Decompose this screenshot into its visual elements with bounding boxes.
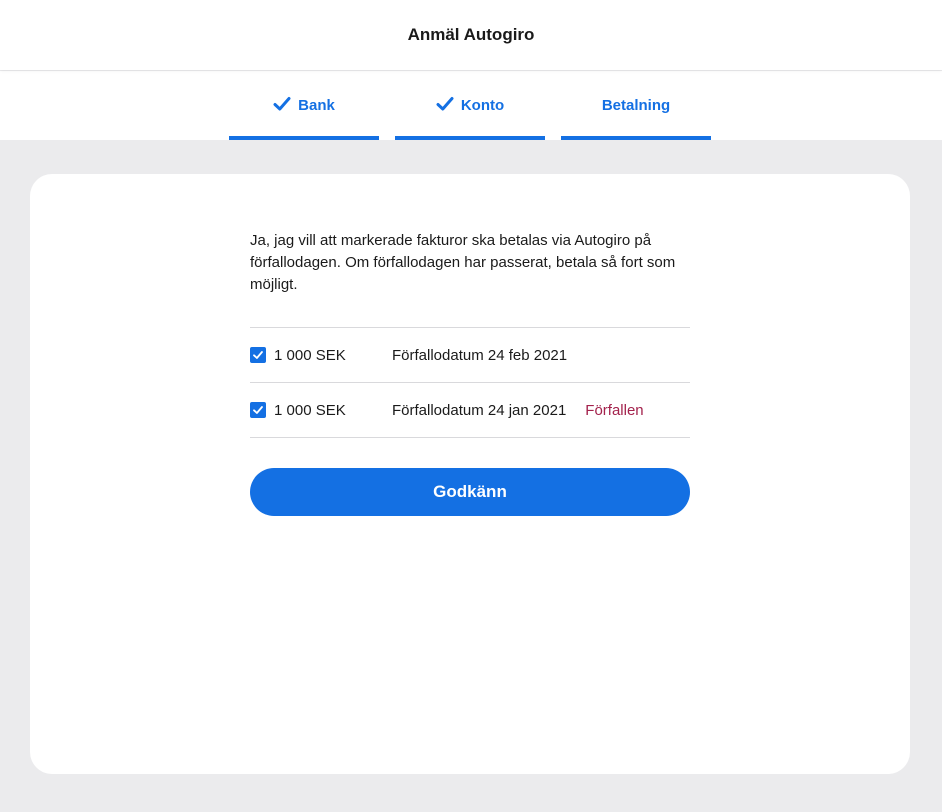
- invoice-due-date: Förfallodatum 24 jan 2021: [392, 401, 567, 419]
- invoice-amount: 1 000 SEK: [274, 401, 346, 419]
- invoice-row: 1 000 SEK Förfallodatum 24 feb 2021: [250, 328, 690, 383]
- invoice-checkbox[interactable]: [250, 347, 266, 363]
- autogiro-form: Ja, jag vill att markerade fakturor ska …: [250, 230, 690, 516]
- step-label: Betalning: [601, 97, 671, 114]
- invoice-amount: 1 000 SEK: [274, 346, 346, 364]
- step-betalning[interactable]: Betalning: [561, 71, 711, 140]
- step-label: Konto: [460, 97, 505, 114]
- step-bank[interactable]: Bank: [229, 71, 379, 140]
- app-header: Anmäl Autogiro: [0, 0, 942, 70]
- step-label: Bank: [298, 97, 335, 114]
- checkmark-icon: [253, 406, 263, 414]
- stepper: Bank Konto Betalning: [0, 71, 942, 140]
- invoice-due-date: Förfallodatum 24 feb 2021: [392, 346, 568, 364]
- checkmark-icon: [436, 96, 454, 110]
- invoice-row: 1 000 SEK Förfallodatum 24 jan 2021 Förf…: [250, 383, 690, 438]
- consent-text: Ja, jag vill att markerade fakturor ska …: [250, 232, 676, 293]
- checkmark-icon: [273, 96, 291, 110]
- invoice-list: 1 000 SEK Förfallodatum 24 feb 2021 1 00…: [250, 327, 690, 438]
- approve-button[interactable]: Godkänn: [250, 468, 690, 516]
- content-card: Ja, jag vill att markerade fakturor ska …: [30, 174, 910, 774]
- overdue-status: Förfallen: [585, 401, 644, 419]
- step-konto[interactable]: Konto: [395, 71, 545, 140]
- checkmark-icon: [253, 351, 263, 359]
- invoice-checkbox[interactable]: [250, 402, 266, 418]
- page-title: Anmäl Autogiro: [407, 25, 535, 44]
